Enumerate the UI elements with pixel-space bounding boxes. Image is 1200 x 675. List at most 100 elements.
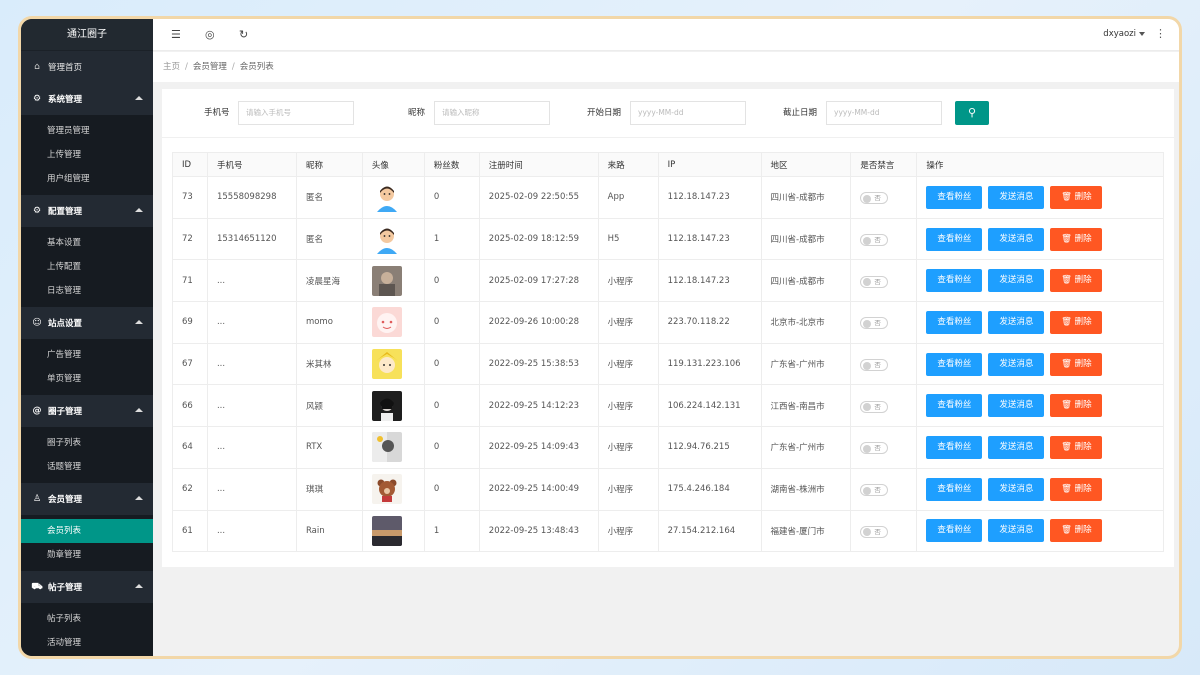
avatar-cell xyxy=(361,217,425,261)
avatar xyxy=(371,515,402,546)
trash-icon: 🗑 xyxy=(1061,316,1075,327)
view-fans-button[interactable]: 查看粉丝 xyxy=(926,394,983,418)
sidebar-item[interactable]: 话题管理 xyxy=(21,455,153,479)
view-fans-button[interactable]: 查看粉丝 xyxy=(926,269,983,293)
mute-cell: 否 xyxy=(850,342,918,386)
delete-button[interactable]: 🗑 删除 xyxy=(1050,185,1103,209)
sidebar-item[interactable]: 勋章管理 xyxy=(21,543,153,567)
sidebar-group-5[interactable]: ⛟ 帖子管理 xyxy=(21,571,153,603)
send-message-button[interactable]: 发送消息 xyxy=(988,394,1045,418)
sidebar-item-home[interactable]: ⌂ 管理首页 xyxy=(21,51,153,83)
sidebar-group-label: 站点设置 xyxy=(48,319,83,329)
delete-button[interactable]: 🗑 删除 xyxy=(1050,477,1103,501)
start-date-input[interactable]: yyyy-MM-dd xyxy=(630,101,746,125)
send-message-button[interactable]: 发送消息 xyxy=(988,477,1045,501)
globe-icon[interactable]: ◎ xyxy=(205,28,215,41)
sidebar-group-1[interactable]: ⚙ 配置管理 xyxy=(21,195,153,227)
mute-cell: 否 xyxy=(850,301,918,344)
cell-phone: 15558098298 xyxy=(206,176,297,219)
delete-button[interactable]: 🗑 删除 xyxy=(1050,227,1103,251)
view-fans-button[interactable]: 查看粉丝 xyxy=(926,185,983,209)
menu-collapse-icon[interactable]: ☰ xyxy=(171,28,181,41)
mute-toggle[interactable]: 否 xyxy=(860,525,889,538)
send-message-button[interactable]: 发送消息 xyxy=(988,227,1045,251)
breadcrumb-item[interactable]: 主页 xyxy=(163,62,180,72)
actions-cell: 查看粉丝 发送消息 🗑 删除 xyxy=(916,217,1164,261)
send-message-button[interactable]: 发送消息 xyxy=(988,435,1045,459)
send-message-button[interactable]: 发送消息 xyxy=(988,310,1045,334)
phone-label: 手机号 xyxy=(204,108,230,118)
gear-icon: ⚙ xyxy=(32,94,42,104)
sidebar-group-0[interactable]: ⚙ 系统管理 xyxy=(21,83,153,115)
view-fans-button[interactable]: 查看粉丝 xyxy=(926,227,983,251)
search-button[interactable]: ⚲ xyxy=(955,101,989,125)
cell-ip: 112.18.147.23 xyxy=(657,217,762,261)
sidebar-item[interactable]: 上传管理 xyxy=(21,143,153,167)
actions-cell: 查看粉丝 发送消息 🗑 删除 xyxy=(916,467,1164,511)
phone-input[interactable]: 请输入手机号 xyxy=(238,101,354,125)
cell-source: 小程序 xyxy=(597,384,659,428)
chevron-up-icon xyxy=(135,408,143,412)
breadcrumb-item[interactable]: 会员管理 xyxy=(193,62,227,72)
sidebar-item[interactable]: 用户组管理 xyxy=(21,167,153,191)
sidebar-item[interactable]: 管理员管理 xyxy=(21,119,153,143)
sidebar-group-2[interactable]: ☺ 站点设置 xyxy=(21,307,153,339)
sidebar-item[interactable]: 日志管理 xyxy=(21,279,153,303)
sidebar-item[interactable]: 上传配置 xyxy=(21,255,153,279)
delete-button[interactable]: 🗑 删除 xyxy=(1050,352,1103,376)
send-message-button[interactable]: 发送消息 xyxy=(988,269,1045,293)
sidebar-item[interactable]: 广告管理 xyxy=(21,343,153,367)
delete-button[interactable]: 🗑 删除 xyxy=(1050,519,1103,543)
cell-phone: ... xyxy=(206,426,297,469)
view-fans-button[interactable]: 查看粉丝 xyxy=(926,435,983,459)
mute-toggle[interactable]: 否 xyxy=(860,192,889,205)
mute-cell: 否 xyxy=(850,259,918,303)
sidebar-item[interactable]: 会员列表 xyxy=(21,519,153,543)
mute-toggle[interactable]: 否 xyxy=(860,317,889,330)
send-message-button[interactable]: 发送消息 xyxy=(988,519,1045,543)
user-menu[interactable]: dxyaozi xyxy=(1103,29,1145,39)
delete-button[interactable]: 🗑 删除 xyxy=(1050,310,1103,334)
view-fans-button[interactable]: 查看粉丝 xyxy=(926,310,983,334)
mute-toggle[interactable]: 否 xyxy=(860,442,889,455)
view-fans-button[interactable]: 查看粉丝 xyxy=(926,519,983,543)
sidebar-submenu: 会员列表 勋章管理 xyxy=(21,515,153,571)
sidebar-item[interactable]: 单页管理 xyxy=(21,367,153,391)
cell-source: 小程序 xyxy=(597,509,659,553)
sidebar-group-4[interactable]: ♙ 会员管理 xyxy=(21,483,153,515)
cell-source: App xyxy=(597,176,659,219)
sidebar-item[interactable]: 基本设置 xyxy=(21,231,153,255)
mute-cell: 否 xyxy=(850,467,918,511)
send-message-button[interactable]: 发送消息 xyxy=(988,352,1045,376)
mute-toggle[interactable]: 否 xyxy=(860,400,889,413)
mute-toggle[interactable]: 否 xyxy=(860,359,889,372)
column-header: 是否禁言 xyxy=(850,152,918,177)
view-fans-button[interactable]: 查看粉丝 xyxy=(926,352,983,376)
nickname-input[interactable]: 请输入昵称 xyxy=(434,101,550,125)
smile-icon: ☺ xyxy=(32,318,42,328)
delete-button[interactable]: 🗑 删除 xyxy=(1050,435,1103,459)
end-date-input[interactable]: yyyy-MM-dd xyxy=(826,101,942,125)
cell-source: H5 xyxy=(597,217,659,261)
sidebar-group-3[interactable]: @ 圈子管理 xyxy=(21,395,153,427)
mute-toggle[interactable]: 否 xyxy=(860,484,889,497)
more-vertical-icon[interactable]: ⋮ xyxy=(1155,27,1166,40)
column-header: 头像 xyxy=(361,152,425,177)
sidebar-item[interactable]: 圈子列表 xyxy=(21,431,153,455)
delete-button[interactable]: 🗑 删除 xyxy=(1050,394,1103,418)
refresh-icon[interactable]: ↻ xyxy=(239,28,248,41)
cell-ip: 175.4.246.184 xyxy=(657,467,762,511)
end-date-label: 截止日期 xyxy=(783,108,818,118)
delete-button[interactable]: 🗑 删除 xyxy=(1050,269,1103,293)
mute-toggle[interactable]: 否 xyxy=(860,275,889,288)
cell-ip: 106.224.142.131 xyxy=(657,384,762,428)
sidebar-item[interactable]: 帖子列表 xyxy=(21,607,153,631)
view-fans-button[interactable]: 查看粉丝 xyxy=(926,477,983,501)
cell-fans: 0 xyxy=(423,467,480,511)
sidebar-item[interactable]: 活动管理 xyxy=(21,631,153,655)
send-message-button[interactable]: 发送消息 xyxy=(988,185,1045,209)
sidebar-group-label: 会员管理 xyxy=(48,495,83,505)
mute-toggle[interactable]: 否 xyxy=(860,234,889,247)
avatar xyxy=(371,390,402,421)
avatar-cell xyxy=(361,426,425,469)
